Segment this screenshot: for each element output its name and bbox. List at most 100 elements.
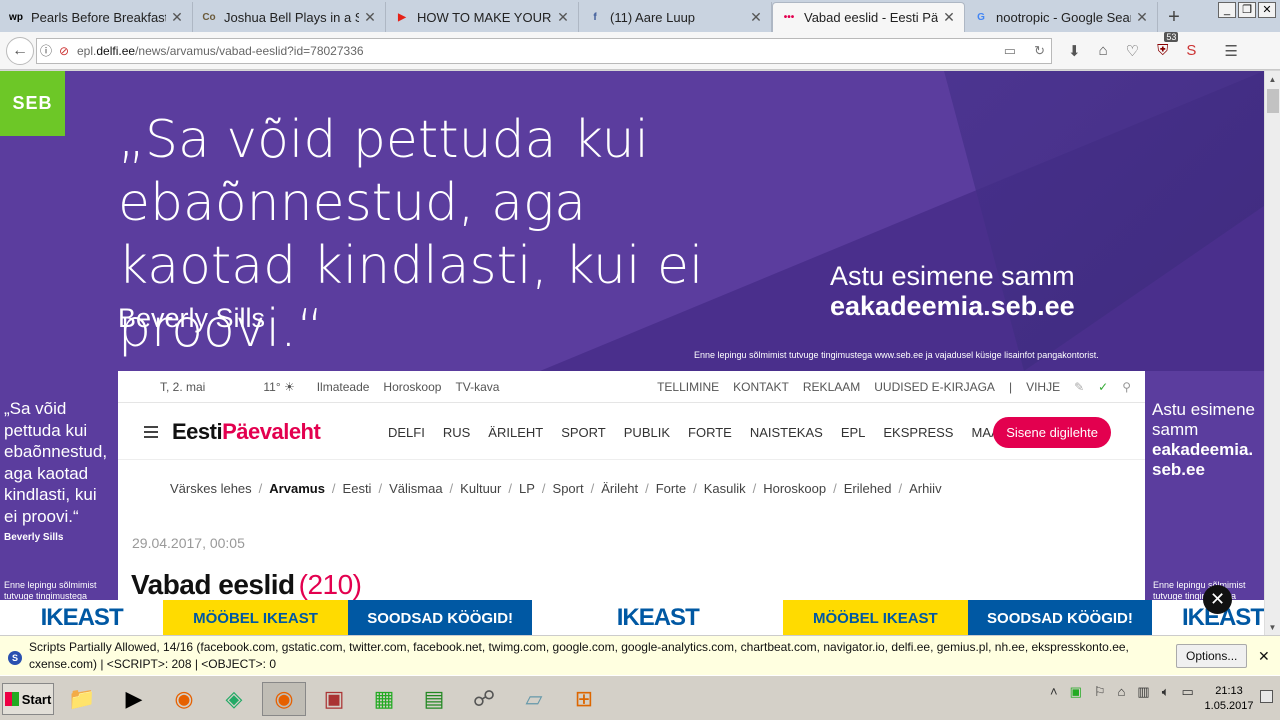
weather[interactable]: 11° ☀ (263, 380, 294, 394)
restore-icon[interactable]: ❐ (1238, 2, 1256, 18)
utility-link[interactable]: TELLIMINE (657, 380, 719, 394)
back-button[interactable]: ← (6, 36, 34, 65)
close-tab-icon[interactable]: ✕ (170, 9, 184, 26)
breadcrumb-link[interactable]: Sport (553, 481, 584, 496)
toolbox-icon[interactable]: ▣ (312, 682, 356, 716)
blocked-content-icon[interactable]: ⊘ (55, 44, 73, 58)
info-icon[interactable]: ⓘ (37, 42, 55, 59)
breadcrumb-link[interactable]: Kasulik (704, 481, 746, 496)
close-tab-icon[interactable]: ✕ (942, 9, 956, 26)
browser-tab[interactable]: ••• Vabad eeslid - Eesti Päeva ✕ (772, 2, 965, 32)
ad-cta-line1[interactable]: Astu esimene samm (830, 261, 1075, 292)
nav-section-link[interactable]: FORTE (688, 425, 732, 440)
close-window-icon[interactable]: ✕ (1258, 2, 1276, 18)
utility-link[interactable]: VIHJE (1026, 380, 1060, 394)
noscript-icon[interactable]: S (1186, 42, 1196, 59)
ad-cta-link[interactable]: eakadeemia.seb.ee (830, 291, 1075, 322)
breadcrumb-link[interactable]: Arvamus (269, 481, 325, 496)
download-icon[interactable]: ⬇ (1068, 42, 1081, 60)
file-explorer-icon[interactable]: 📁 (60, 682, 104, 716)
breadcrumb-link[interactable]: Värskes lehes (170, 481, 252, 496)
breadcrumb-link[interactable]: Arhiiv (909, 481, 942, 496)
browser-tab[interactable]: Gnootropic - Google Searc ✕ (965, 2, 1158, 32)
nav-section-link[interactable]: EKSPRESS (883, 425, 953, 440)
new-tab-button[interactable]: + (1158, 2, 1190, 32)
side-ad-right[interactable]: Astu esimene samm eakadeemia. seb.ee (1152, 400, 1262, 480)
reload-icon[interactable]: ↻ (1034, 43, 1045, 59)
ikea-banner[interactable]: IKEAST MÖÖBEL IKEAST SOODSAD KÖÖGID! IKE… (0, 600, 1264, 635)
pocket-icon[interactable]: ♡ (1126, 42, 1139, 60)
utility-link[interactable]: | (1009, 380, 1012, 394)
nav-section-link[interactable]: ÄRILEHT (488, 425, 543, 440)
browser-tab[interactable]: ▶ HOW TO MAKE YOUR TE✕ (386, 2, 579, 32)
close-tab-icon[interactable]: ✕ (556, 9, 570, 26)
breadcrumb-link[interactable]: Kultuur (460, 481, 501, 496)
expand-tray-icon[interactable]: ˄ (1050, 684, 1058, 700)
breadcrumb-link[interactable]: Erilehed (844, 481, 892, 496)
flag-tray-icon[interactable]: ⚐ (1094, 684, 1106, 700)
network-icon[interactable]: ☍ (462, 682, 506, 716)
breadcrumb-link[interactable]: Välismaa (389, 481, 442, 496)
user-icon[interactable]: ✓ (1098, 380, 1108, 394)
seb-logo[interactable]: SEB (0, 71, 65, 136)
nav-section-link[interactable]: EPL (841, 425, 866, 440)
firefox-active-icon[interactable]: ◉ (262, 682, 306, 716)
digital-subscription-button[interactable]: Sisene digilehte (993, 417, 1111, 448)
clock[interactable]: 21:13 1.05.2017 (1204, 684, 1254, 714)
close-tab-icon[interactable]: ✕ (749, 9, 763, 26)
scroll-thumb[interactable] (1267, 89, 1279, 113)
close-notification-icon[interactable]: ✕ (1258, 648, 1270, 665)
comment-count[interactable]: (210) (299, 569, 362, 600)
reader-view-icon[interactable]: ▭ (1004, 43, 1016, 59)
firefox-icon[interactable]: ◉ (162, 682, 206, 716)
vertical-scrollbar[interactable]: ▲ ▼ (1264, 71, 1280, 635)
usb-tray-icon[interactable]: ⌂ (1118, 684, 1126, 700)
scroll-up-icon[interactable]: ▲ (1265, 71, 1280, 87)
noscript-options-button[interactable]: Options... (1176, 644, 1248, 668)
hamburger-menu-icon[interactable] (144, 426, 158, 441)
top-link[interactable]: TV-kava (455, 380, 499, 394)
nav-section-link[interactable]: DELFI (388, 425, 425, 440)
utility-link[interactable]: REKLAAM (803, 380, 860, 394)
breadcrumb-link[interactable]: LP (519, 481, 535, 496)
utility-link[interactable]: UUDISED E-KIRJAGA (874, 380, 995, 394)
breadcrumb-link[interactable]: Horoskoop (763, 481, 826, 496)
site-logo[interactable]: EestiPäevaleht (172, 419, 321, 445)
nav-section-link[interactable]: SPORT (561, 425, 606, 440)
close-tab-icon[interactable]: ✕ (363, 9, 377, 26)
app-tray-icon[interactable]: ▣ (1070, 684, 1082, 700)
start-button[interactable]: Start (2, 683, 54, 715)
spreadsheet-icon[interactable]: ▦ (362, 682, 406, 716)
close-tab-icon[interactable]: ✕ (1135, 9, 1149, 26)
close-ad-button[interactable]: ✕ (1203, 585, 1232, 614)
side-ad-left[interactable]: „Sa võid pettuda kui ebaõnnestud, aga ka… (4, 398, 114, 549)
windows-icon[interactable]: ⊞ (562, 682, 606, 716)
ublock-icon[interactable]: ⛨ 53 (1157, 32, 1179, 59)
notebook-icon[interactable]: ▱ (512, 682, 556, 716)
browser-tab[interactable]: Co Joshua Bell Plays in a Sub✕ (193, 2, 386, 32)
menu-icon[interactable]: ☰ (1224, 42, 1237, 60)
top-link[interactable]: Ilmateade (317, 380, 370, 394)
nav-section-link[interactable]: PUBLIK (624, 425, 670, 440)
media-player-icon[interactable]: ▶ (112, 682, 156, 716)
thunderbird-icon[interactable]: ◈ (212, 682, 256, 716)
volume-icon[interactable]: 🔈︎ (1162, 684, 1170, 700)
utility-link[interactable]: KONTAKT (733, 380, 789, 394)
minimize-icon[interactable]: _ (1218, 2, 1236, 18)
top-link[interactable]: Horoskoop (383, 380, 441, 394)
network-tray-icon[interactable]: ▥ (1137, 684, 1149, 700)
home-icon[interactable]: ⌂ (1099, 42, 1108, 59)
browser-tab[interactable]: f (11) Aare Luup ✕ (579, 2, 772, 32)
breadcrumb-link[interactable]: Eesti (343, 481, 372, 496)
nav-section-link[interactable]: NAISTEKAS (750, 425, 823, 440)
browser-tab[interactable]: wp Pearls Before Breakfast: C✕ (0, 2, 193, 32)
scroll-down-icon[interactable]: ▼ (1265, 619, 1280, 635)
edit-icon[interactable]: ✎ (1074, 380, 1084, 394)
monitor-tray-icon[interactable]: ▭ (1182, 684, 1194, 700)
search-icon[interactable]: ⚲ (1122, 380, 1131, 394)
url-bar[interactable]: ⓘ ⊘ epl.delfi.ee/news/arvamus/vabad-eesl… (36, 37, 1052, 64)
nav-section-link[interactable]: RUS (443, 425, 470, 440)
breadcrumb-link[interactable]: Ärileht (601, 481, 638, 496)
calc-icon[interactable]: ▤ (412, 682, 456, 716)
show-desktop-button[interactable] (1260, 690, 1273, 703)
